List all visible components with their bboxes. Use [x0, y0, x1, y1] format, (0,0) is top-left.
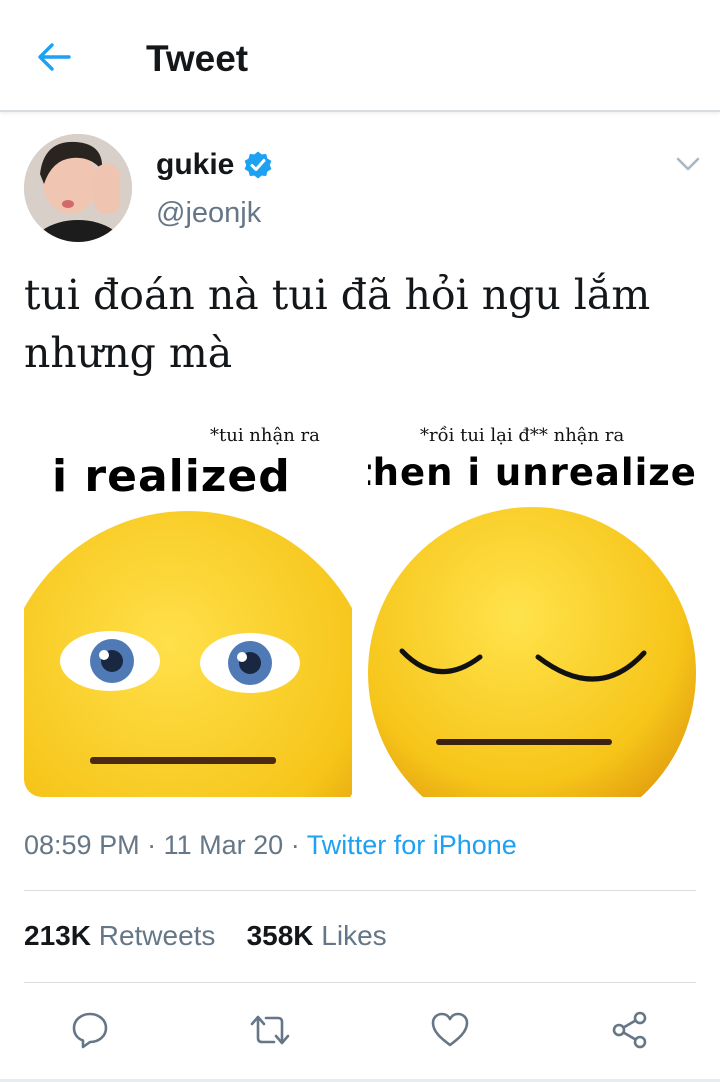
- share-icon: [612, 1011, 647, 1049]
- retweets-count: 213K: [24, 920, 91, 951]
- likes-count: 358K: [246, 920, 314, 951]
- like-button[interactable]: [428, 1008, 472, 1052]
- divider: [24, 890, 696, 891]
- tweet-media[interactable]: *tui nhận ra i realized *rồi tui lại đ**…: [24, 421, 696, 797]
- tweet-source-link[interactable]: Twitter for iPhone: [307, 830, 517, 860]
- back-button[interactable]: [30, 36, 78, 78]
- tweet-time[interactable]: 08:59 PM: [24, 830, 140, 860]
- back-arrow-icon: [38, 43, 71, 71]
- media-caption-big: then i unrealized: [368, 451, 696, 494]
- tweet-text-line: tui đoán nà tui đã hỏi ngu lắm: [24, 271, 651, 319]
- retweets-label: Retweets: [98, 920, 216, 951]
- tweet-date[interactable]: 11 Mar 20: [164, 830, 284, 860]
- tweet-actions: [0, 1000, 720, 1060]
- likes-stat[interactable]: 358K Likes: [247, 920, 387, 951]
- retweets-stat[interactable]: 213K Retweets: [24, 920, 223, 951]
- tweet-text-line: nhưng mà: [24, 329, 233, 377]
- tweet-stats: 213K Retweets 358K Likes: [24, 920, 387, 952]
- author-handle[interactable]: @jeonjk: [156, 197, 261, 230]
- divider: [24, 982, 696, 983]
- share-button[interactable]: [608, 1008, 652, 1052]
- retweet-button[interactable]: [248, 1008, 292, 1052]
- author-name-row[interactable]: gukie: [156, 148, 273, 182]
- media-image-left[interactable]: *tui nhận ra i realized: [24, 421, 352, 797]
- reply-button[interactable]: [68, 1008, 112, 1052]
- meta-separator: ·: [290, 830, 300, 860]
- media-caption-small: *tui nhận ra: [210, 425, 320, 446]
- media-caption-small: *rồi tui lại đ** nhận ra: [420, 425, 625, 446]
- reply-icon: [72, 1012, 108, 1049]
- tweet-timestamp: 08:59 PM · 11 Mar 20 · Twitter for iPhon…: [24, 830, 517, 861]
- verified-badge-icon: [244, 151, 272, 179]
- meta-separator: ·: [147, 830, 157, 860]
- likes-label: Likes: [321, 920, 387, 951]
- chevron-down-icon: [676, 157, 700, 171]
- page-title: Tweet: [146, 38, 249, 79]
- top-bar: Tweet: [0, 0, 720, 112]
- media-caption-big: i realized: [52, 451, 291, 502]
- media-image-right[interactable]: *rồi tui lại đ** nhận ra then i unrealiz…: [368, 421, 696, 797]
- more-options-button[interactable]: [674, 152, 702, 176]
- retweet-icon: [250, 1015, 290, 1045]
- author-name[interactable]: gukie: [156, 148, 234, 182]
- tweet-text: tui đoán nà tui đã hỏi ngu lắm nhưng mà: [24, 266, 704, 382]
- avatar[interactable]: [24, 134, 132, 242]
- like-icon: [431, 1012, 469, 1047]
